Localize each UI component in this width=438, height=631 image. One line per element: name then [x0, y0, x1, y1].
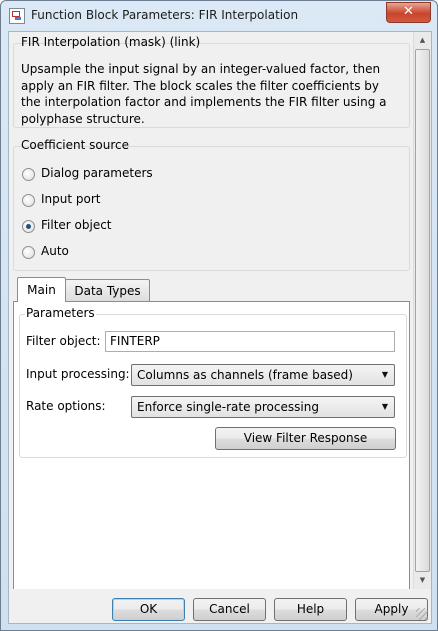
- radio-label: Input port: [41, 192, 101, 206]
- filter-object-input[interactable]: [106, 332, 390, 349]
- parameters-label: Parameters: [25, 306, 96, 320]
- radio-button-selected[interactable]: [22, 220, 35, 233]
- tab-data-types[interactable]: Data Types: [65, 279, 150, 302]
- simulink-block-icon: [9, 8, 25, 24]
- vertical-scrollbar[interactable]: ▲ ▼: [413, 32, 431, 589]
- view-filter-response-button[interactable]: View Filter Response: [215, 427, 396, 450]
- radio-label: Auto: [41, 244, 69, 258]
- scroll-up-arrow-icon[interactable]: ▲: [414, 32, 431, 49]
- dialog-content: FIR Interpolation (mask) (link) Upsample…: [8, 31, 432, 624]
- radio-filter-object[interactable]: Filter object: [22, 218, 242, 236]
- input-processing-label: Input processing:: [26, 367, 130, 381]
- input-processing-value: Columns as channels (frame based): [137, 368, 353, 382]
- radio-auto[interactable]: Auto: [22, 244, 242, 262]
- coefficient-source-label: Coefficient source: [21, 138, 129, 152]
- dialog-window: Function Block Parameters: FIR Interpola…: [0, 0, 438, 631]
- filter-object-field[interactable]: [105, 331, 395, 352]
- radio-button[interactable]: [22, 194, 35, 207]
- radio-button[interactable]: [22, 246, 35, 259]
- close-icon: ✕: [403, 4, 414, 19]
- mask-header: FIR Interpolation (mask) (link): [21, 35, 201, 49]
- title-bar[interactable]: Function Block Parameters: FIR Interpola…: [1, 1, 437, 31]
- rate-options-label: Rate options:: [26, 399, 106, 413]
- help-button[interactable]: Help: [274, 598, 347, 621]
- scrollbar-thumb[interactable]: [415, 49, 430, 572]
- radio-button[interactable]: [22, 168, 35, 181]
- scroll-down-arrow-icon[interactable]: ▼: [414, 572, 431, 589]
- radio-selected-dot: [26, 224, 31, 229]
- radio-input-port[interactable]: Input port: [22, 192, 242, 210]
- rate-options-dropdown[interactable]: Enforce single-rate processing ▼: [131, 396, 395, 418]
- chevron-down-icon: ▼: [381, 370, 388, 379]
- button-bar: OK Cancel Help Apply: [9, 589, 431, 623]
- tab-main[interactable]: Main: [17, 277, 66, 302]
- rate-options-value: Enforce single-rate processing: [137, 400, 319, 414]
- cancel-button[interactable]: Cancel: [193, 598, 266, 621]
- mask-description: Upsample the input signal by an integer-…: [21, 62, 387, 126]
- input-processing-dropdown[interactable]: Columns as channels (frame based) ▼: [131, 364, 395, 386]
- resize-grip-icon[interactable]: [416, 608, 428, 620]
- close-button[interactable]: ✕: [386, 2, 431, 23]
- ok-button[interactable]: OK: [112, 598, 185, 621]
- window-title: Function Block Parameters: FIR Interpola…: [31, 8, 299, 22]
- filter-object-label: Filter object:: [26, 334, 101, 348]
- radio-label: Dialog parameters: [41, 166, 153, 180]
- radio-label: Filter object: [41, 218, 112, 232]
- tab-strip: Main Data Types: [13, 277, 408, 303]
- radio-dialog-parameters[interactable]: Dialog parameters: [22, 166, 242, 184]
- chevron-down-icon: ▼: [381, 402, 388, 411]
